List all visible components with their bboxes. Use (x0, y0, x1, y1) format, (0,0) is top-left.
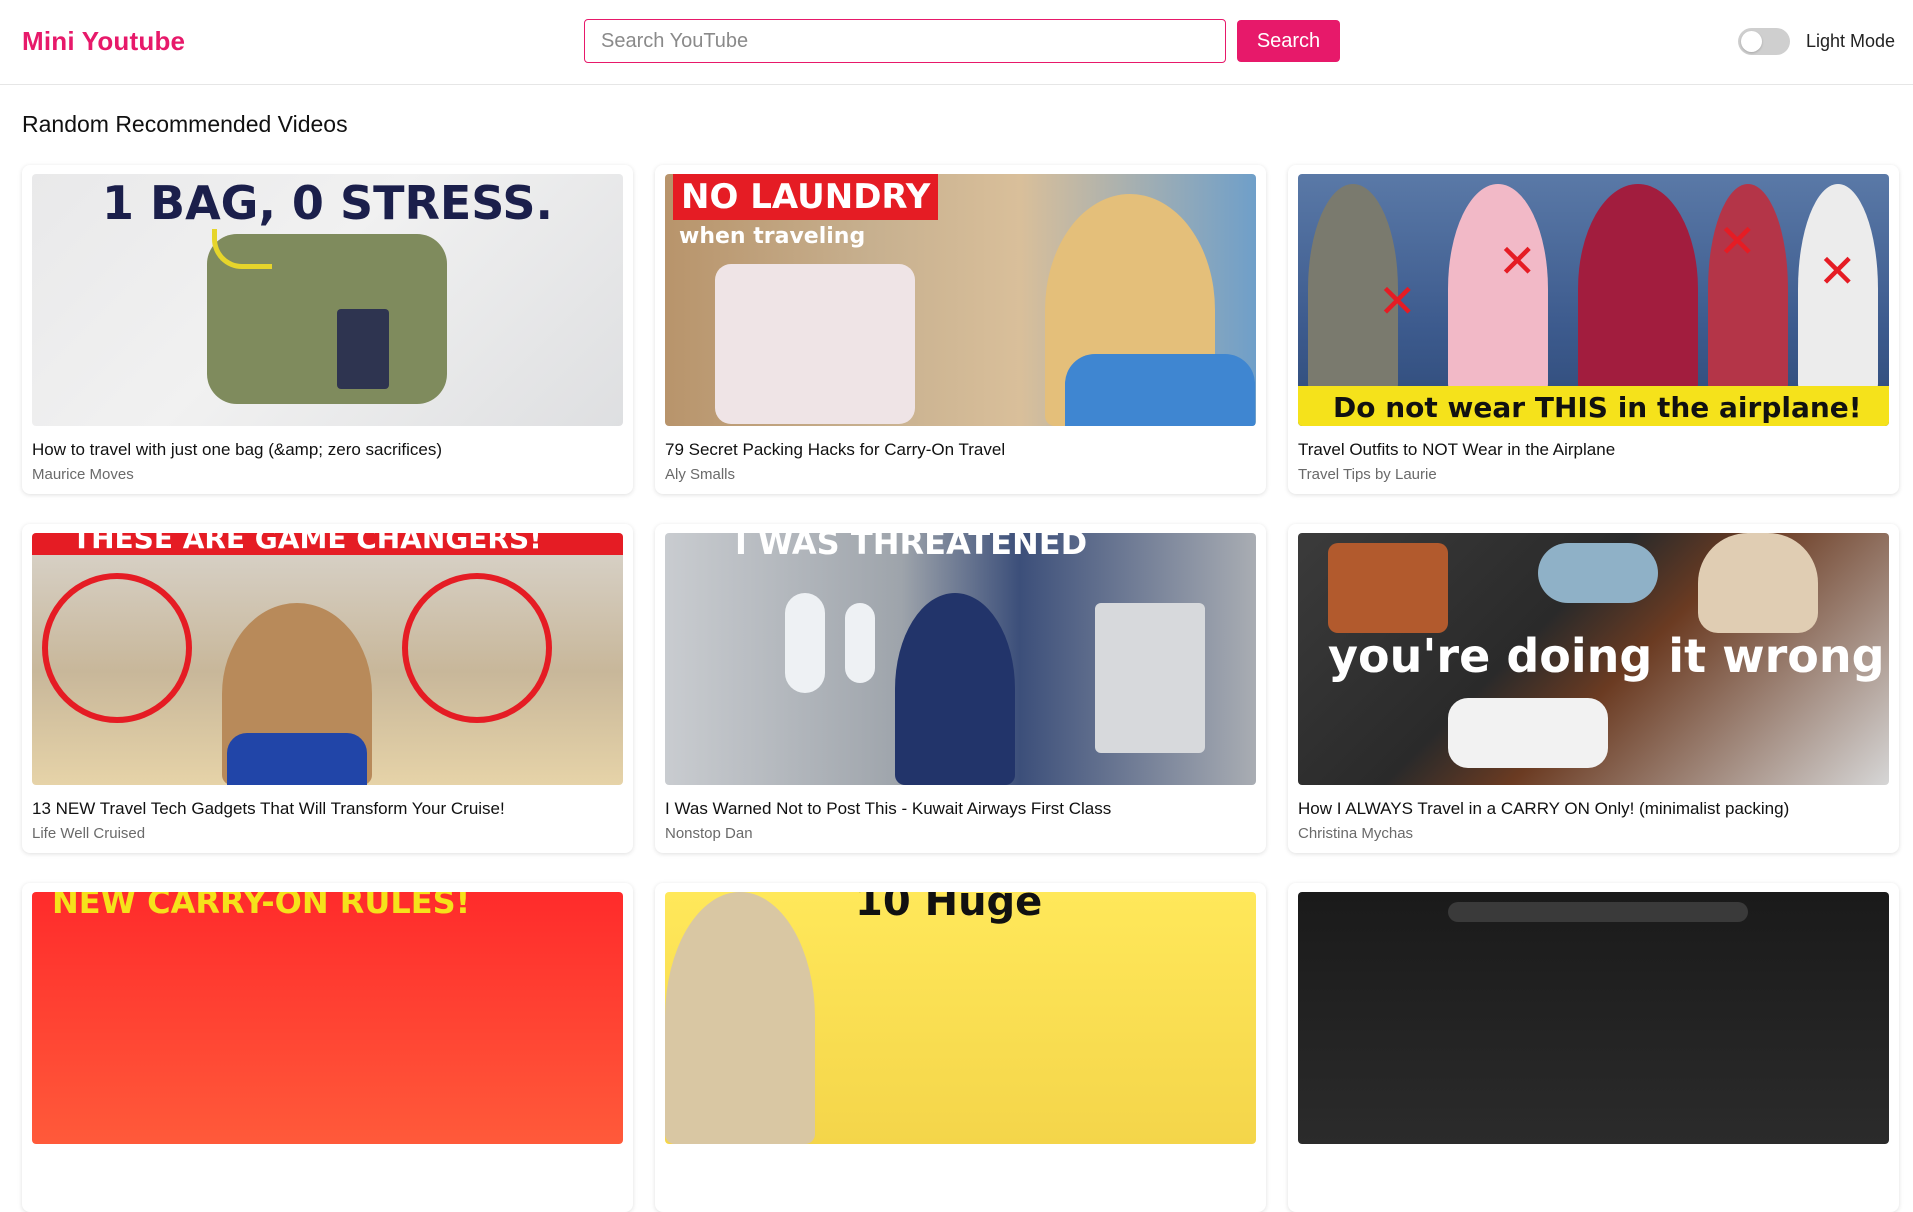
window-graphic (845, 603, 875, 683)
light-mode-toggle[interactable] (1738, 28, 1790, 55)
video-thumbnail[interactable]: ✕ ✕ ✕ ✕ Do not wear THIS in the airplane… (1298, 174, 1889, 426)
video-title[interactable]: 79 Secret Packing Hacks for Carry-On Tra… (665, 440, 1256, 460)
channel-name[interactable]: Travel Tips by Laurie (1298, 466, 1889, 483)
thumbnail-text: 10 Huge (855, 892, 1043, 925)
x-mark-icon: ✕ (1378, 275, 1417, 327)
pouch-graphic (1328, 543, 1448, 633)
video-card[interactable]: 10 Huge (655, 883, 1266, 1212)
brand-logo[interactable]: Mini Youtube (22, 26, 185, 57)
channel-name[interactable]: Maurice Moves (32, 466, 623, 483)
purse-graphic (1698, 533, 1818, 633)
thumbnail-subtext: when traveling (679, 224, 866, 249)
person-graphic (895, 593, 1015, 785)
dress-graphic (227, 733, 367, 785)
search-input[interactable] (584, 19, 1226, 63)
video-card[interactable]: THESE ARE GAME CHANGERS! 13 NEW Travel T… (22, 524, 633, 853)
toggle-switch-icon (1741, 31, 1762, 52)
window-graphic (785, 593, 825, 693)
video-card[interactable] (1288, 883, 1899, 1212)
video-title[interactable]: 13 NEW Travel Tech Gadgets That Will Tra… (32, 799, 623, 819)
thumbnail-text: you're doing it wrong (1328, 629, 1885, 683)
video-title[interactable]: How to travel with just one bag (&amp; z… (32, 440, 623, 460)
person-graphic (665, 892, 815, 1144)
channel-name[interactable]: Christina Mychas (1298, 825, 1889, 842)
video-title[interactable]: I Was Warned Not to Post This - Kuwait A… (665, 799, 1256, 819)
video-thumbnail[interactable]: 1 BAG, 0 STRESS. (32, 174, 623, 426)
channel-name[interactable]: Life Well Cruised (32, 825, 623, 842)
top-bar: Mini Youtube Search Light Mode (0, 0, 1913, 85)
video-thumbnail[interactable]: NO LAUNDRY when traveling (665, 174, 1256, 426)
video-grid: 1 BAG, 0 STRESS. How to travel with just… (22, 165, 1900, 1212)
video-title[interactable]: How I ALWAYS Travel in a CARRY ON Only! … (1298, 799, 1889, 819)
video-card[interactable]: 1 BAG, 0 STRESS. How to travel with just… (22, 165, 633, 494)
cabin-light-graphic (1448, 902, 1748, 922)
search-button[interactable]: Search (1237, 20, 1340, 62)
thumbnail-text: I WAS THREATENED (735, 533, 1088, 562)
x-mark-icon: ✕ (1718, 215, 1757, 267)
circle-highlight (402, 573, 552, 723)
sneakers-graphic (1448, 698, 1608, 768)
search-bar: Search (584, 19, 1340, 63)
thumbnail-text: NO LAUNDRY (673, 174, 939, 220)
video-thumbnail[interactable]: THESE ARE GAME CHANGERS! (32, 533, 623, 785)
video-title[interactable]: Travel Outfits to NOT Wear in the Airpla… (1298, 440, 1889, 460)
person-graphic (1578, 184, 1698, 394)
video-card[interactable]: I WAS THREATENED I Was Warned Not to Pos… (655, 524, 1266, 853)
cabin-wall-graphic (1095, 603, 1205, 753)
video-card[interactable]: NEW CARRY-ON RULES! (22, 883, 633, 1212)
mode-label: Light Mode (1806, 31, 1896, 51)
video-card[interactable]: ✕ ✕ ✕ ✕ Do not wear THIS in the airplane… (1288, 165, 1899, 494)
x-mark-icon: ✕ (1498, 235, 1537, 287)
channel-name[interactable]: Nonstop Dan (665, 825, 1256, 842)
passport-graphic (337, 309, 389, 389)
video-card[interactable]: NO LAUNDRY when traveling 79 Secret Pack… (655, 165, 1266, 494)
thumbnail-text: NEW CARRY-ON RULES! (52, 892, 471, 921)
video-thumbnail[interactable]: NEW CARRY-ON RULES! (32, 892, 623, 1144)
video-thumbnail[interactable] (1298, 892, 1889, 1144)
video-thumbnail[interactable]: I WAS THREATENED (665, 533, 1256, 785)
shirt-graphic (1065, 354, 1255, 426)
thumbnail-text: THESE ARE GAME CHANGERS! (72, 533, 542, 555)
thumbnail-text: 1 BAG, 0 STRESS. (102, 176, 553, 230)
circle-highlight (42, 573, 192, 723)
video-thumbnail[interactable]: 10 Huge (665, 892, 1256, 1144)
channel-name[interactable]: Aly Smalls (665, 466, 1256, 483)
thumbnail-text: Do not wear THIS in the airplane! (1333, 391, 1862, 424)
section-title: Random Recommended Videos (22, 111, 348, 137)
video-card[interactable]: you're doing it wrong How I ALWAYS Trave… (1288, 524, 1899, 853)
eye-mask-graphic (1538, 543, 1658, 603)
bag-graphic (715, 264, 915, 424)
x-mark-icon: ✕ (1818, 245, 1857, 297)
video-thumbnail[interactable]: you're doing it wrong (1298, 533, 1889, 785)
person-graphic (1448, 184, 1548, 394)
